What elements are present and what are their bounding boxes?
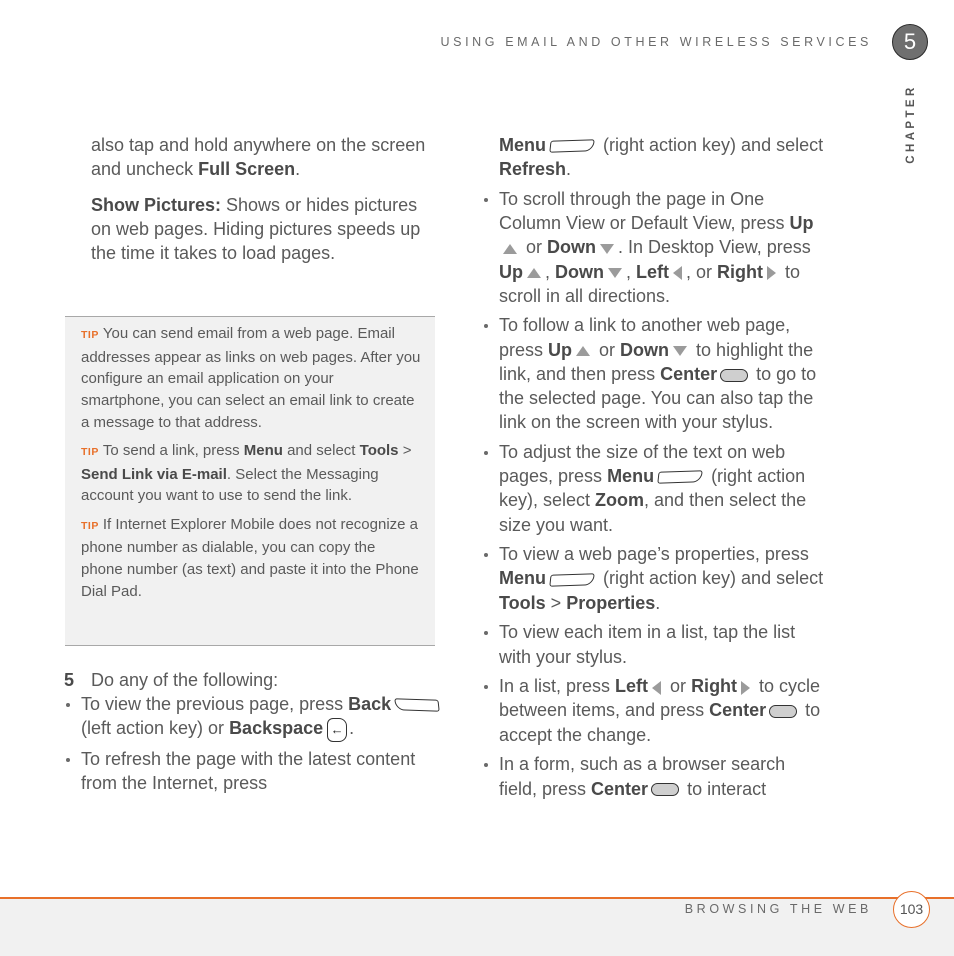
tip-send-email: TIP You can send email from a web page. E…: [81, 325, 421, 431]
right-arrow-icon: [741, 680, 751, 695]
step-heading: 5 Do any of the following:: [64, 668, 444, 692]
down-arrow-icon: [673, 345, 688, 356]
chapter-label: CHAPTER: [905, 84, 917, 164]
list-item: To scroll through the page in One Column…: [482, 187, 827, 308]
refresh-continuation: Menu (right action key) and select Refre…: [499, 135, 824, 180]
right-action-key-icon: [549, 572, 595, 587]
list-item: To refresh the page with the latest cont…: [64, 747, 444, 795]
tip-label: TIP: [81, 519, 99, 532]
page-number: 103: [893, 891, 930, 928]
left-intro: also tap and hold anywhere on the screen…: [91, 133, 436, 277]
full-screen-paragraph: also tap and hold anywhere on the screen…: [91, 135, 426, 180]
step-number: 5: [64, 670, 75, 690]
list-item: To view a web page’s properties, press M…: [482, 542, 827, 615]
right-action-key-icon: [657, 470, 703, 485]
right-arrow-icon: [767, 265, 777, 280]
left-action-key-icon: [394, 698, 440, 713]
tip-label: TIP: [81, 446, 99, 459]
center-key-icon: [769, 705, 798, 719]
left-arrow-icon: [652, 680, 662, 695]
up-arrow-icon: [527, 267, 541, 278]
tip-label: TIP: [81, 329, 99, 341]
step-5: 5 Do any of the following: To view the pr…: [64, 668, 444, 801]
left-arrow-icon: [673, 265, 683, 280]
list-item: In a form, such as a browser search fiel…: [482, 752, 827, 800]
step-bullets-left: To view the previous page, press Back (l…: [64, 692, 444, 795]
backspace-key-icon: ←: [327, 717, 348, 742]
full-screen-term: Full Screen: [198, 159, 296, 180]
right-column: Menu (right action key) and select Refre…: [482, 133, 827, 806]
down-arrow-icon: [600, 243, 615, 254]
list-item: To adjust the size of the text on web pa…: [482, 440, 827, 537]
center-key-icon: [720, 368, 749, 382]
list-item: In a list, press Left or Right to cycle …: [482, 674, 827, 747]
list-item: To view each item in a list, tap the lis…: [482, 620, 827, 668]
footer-section-title: BROWSING THE WEB: [684, 902, 872, 916]
right-action-key-icon: [549, 139, 595, 154]
up-arrow-icon: [576, 345, 591, 356]
show-pictures-term: Show Pictures:: [91, 194, 222, 215]
step-bullets-right: To scroll through the page in One Column…: [482, 187, 827, 801]
center-key-icon: [651, 783, 680, 797]
chapter-number-badge: 5: [892, 24, 928, 60]
tip-send-link: TIP To send a link, press Menu and select…: [81, 442, 412, 505]
show-pictures-paragraph: Show Pictures: Shows or hides pictures o…: [91, 194, 421, 264]
down-arrow-icon: [608, 267, 623, 278]
running-head: USING EMAIL AND OTHER WIRELESS SERVICES: [440, 35, 872, 49]
list-item: To view the previous page, press Back (l…: [64, 692, 444, 742]
up-arrow-icon: [503, 243, 517, 254]
tip-box: TIP You can send email from a web page. E…: [65, 316, 435, 646]
tip-phone-number: TIP If Internet Explorer Mobile does not …: [81, 515, 419, 600]
list-item: To follow a link to another web page, pr…: [482, 313, 827, 434]
